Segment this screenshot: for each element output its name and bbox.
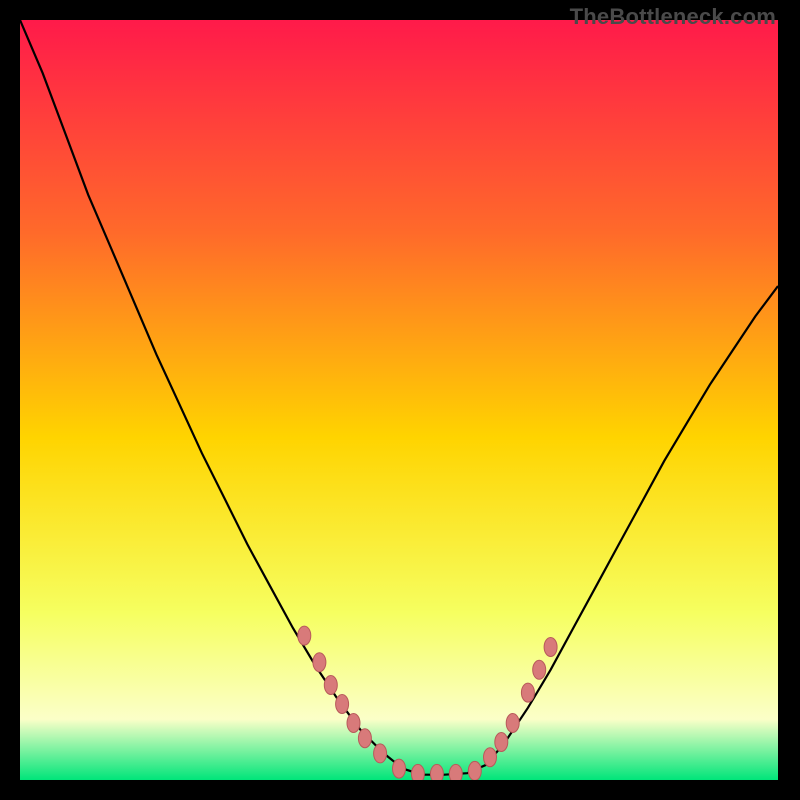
curve-marker — [298, 626, 311, 645]
curve-marker — [533, 660, 546, 679]
curve-marker — [393, 759, 406, 778]
curve-marker — [468, 761, 481, 780]
curve-marker — [324, 676, 337, 695]
watermark-text: TheBottleneck.com — [570, 4, 776, 30]
bottleneck-chart — [20, 20, 778, 780]
curve-marker — [430, 764, 443, 780]
curve-marker — [411, 764, 424, 780]
curve-marker — [544, 638, 557, 657]
curve-marker — [484, 748, 497, 767]
curve-marker — [336, 695, 349, 714]
curve-marker — [521, 683, 534, 702]
curve-marker — [374, 744, 387, 763]
gradient-background — [20, 20, 778, 780]
curve-marker — [347, 714, 360, 733]
curve-marker — [495, 733, 508, 752]
curve-marker — [313, 653, 326, 672]
plot-frame — [20, 20, 778, 780]
curve-marker — [358, 729, 371, 748]
curve-marker — [449, 764, 462, 780]
curve-marker — [506, 714, 519, 733]
